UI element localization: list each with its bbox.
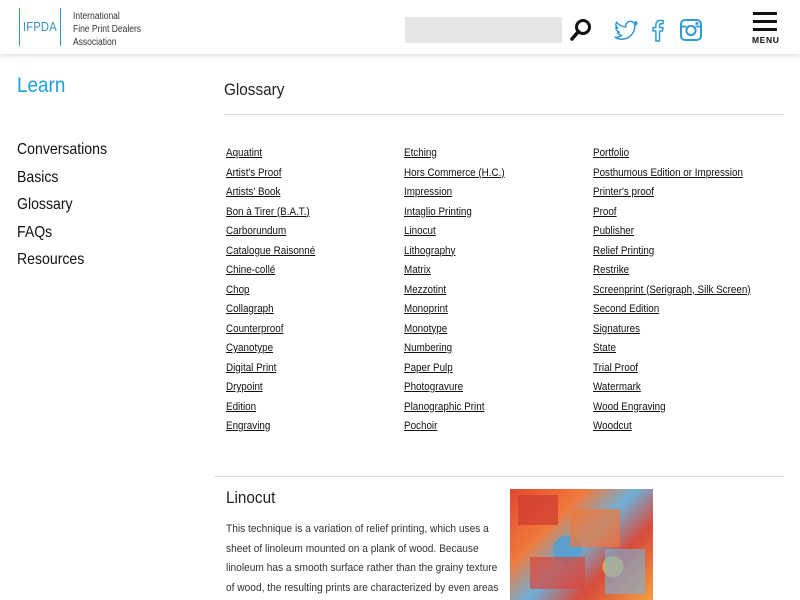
glossary-link[interactable]: Planographic Print: [404, 399, 505, 419]
sidebar-item-glossary[interactable]: Glossary: [17, 196, 107, 224]
glossary-link[interactable]: Printer's proof: [593, 184, 751, 204]
glossary-link[interactable]: Signatures: [593, 321, 751, 341]
glossary-column-1: Aquatint Artist's Proof Artists' Book Bo…: [226, 145, 327, 438]
sidebar-item-faqs[interactable]: FAQs: [17, 224, 107, 252]
entry-body: This technique is a variation of relief …: [226, 520, 499, 598]
logo-line: International: [73, 11, 120, 22]
glossary-column-3: Portfolio Posthumous Edition or Impressi…: [593, 145, 772, 438]
glossary-link[interactable]: State: [593, 340, 751, 360]
glossary-link[interactable]: Hors Commerce (H.C.): [404, 165, 505, 185]
ifpda-logo[interactable]: IFPDA: [19, 8, 61, 46]
entry-body-line: sheet of linoleum mounted on a plank of …: [226, 542, 479, 555]
glossary-link[interactable]: Publisher: [593, 223, 751, 243]
glossary-link[interactable]: Numbering: [404, 340, 505, 360]
glossary-link[interactable]: Matrix: [404, 262, 505, 282]
glossary-link[interactable]: Aquatint: [226, 145, 315, 165]
glossary-link[interactable]: Posthumous Edition or Impression: [593, 165, 751, 185]
glossary-link[interactable]: Counterproof: [226, 321, 315, 341]
section-title: Learn: [17, 74, 66, 97]
hamburger-menu-icon: [753, 28, 777, 31]
twitter-icon[interactable]: [612, 16, 640, 44]
glossary-link[interactable]: Proof: [593, 204, 751, 224]
sidebar-item-resources[interactable]: Resources: [17, 251, 107, 279]
glossary-link[interactable]: Mezzotint: [404, 282, 505, 302]
logo-line: Fine Print Dealers: [73, 24, 142, 35]
glossary-link[interactable]: Intaglio Printing: [404, 204, 505, 224]
sidebar-item-conversations[interactable]: Conversations: [17, 141, 107, 169]
logo-wordmark[interactable]: International Fine Print Dealers Associa…: [73, 10, 153, 49]
glossary-link[interactable]: Bon à Tirer (B.A.T.): [226, 204, 315, 224]
glossary-link[interactable]: Portfolio: [593, 145, 751, 165]
divider: [214, 476, 784, 477]
glossary-link[interactable]: Drypoint: [226, 379, 315, 399]
site-header: IFPDA International Fine Print Dealers A…: [0, 0, 800, 54]
menu-label: MENU: [752, 35, 780, 45]
facebook-icon[interactable]: [644, 16, 672, 44]
glossary-link[interactable]: Paper Pulp: [404, 360, 505, 380]
glossary-link[interactable]: Chine-collé: [226, 262, 315, 282]
glossary-link[interactable]: Restrike: [593, 262, 751, 282]
glossary-link[interactable]: Carborundum: [226, 223, 315, 243]
entry-body-line: linoleum has a smooth surface rather tha…: [226, 562, 498, 574]
glossary-link[interactable]: Monotype: [404, 321, 505, 341]
glossary-link[interactable]: Engraving: [226, 418, 315, 438]
menu-button[interactable]: MENU: [752, 10, 780, 46]
glossary-link[interactable]: Pochoir: [404, 418, 505, 438]
glossary-link[interactable]: Chop: [226, 282, 315, 302]
instagram-icon[interactable]: [677, 16, 705, 44]
glossary-link[interactable]: Trial Proof: [593, 360, 751, 380]
glossary-link[interactable]: Artist's Proof: [226, 165, 315, 185]
sidebar-item-basics[interactable]: Basics: [17, 169, 107, 197]
glossary-link[interactable]: Lithography: [404, 243, 505, 263]
logo-mark: IFPDA: [22, 20, 58, 34]
glossary-link[interactable]: Relief Printing: [593, 243, 751, 263]
search-input[interactable]: [405, 17, 562, 43]
entry-title: Linocut: [226, 488, 276, 507]
logo-line: Association: [73, 37, 117, 48]
glossary-link[interactable]: Linocut: [404, 223, 505, 243]
entry-body-line: This technique is a variation of relief …: [226, 523, 489, 535]
glossary-column-2: Etching Hors Commerce (H.C.) Impression …: [404, 145, 518, 438]
glossary-link[interactable]: Digital Print: [226, 360, 315, 380]
search-icon[interactable]: [569, 18, 593, 42]
hamburger-menu-icon: [753, 12, 777, 15]
glossary-link[interactable]: Woodcut: [593, 418, 751, 438]
glossary-link[interactable]: Artists' Book: [226, 184, 315, 204]
glossary-link[interactable]: Watermark: [593, 379, 751, 399]
sidebar-nav: Conversations Basics Glossary FAQs Resou…: [17, 141, 119, 279]
entry-body-line: of wood, the resulting prints are charac…: [226, 581, 499, 594]
linocut-artwork-image: [510, 489, 653, 600]
page-title: Glossary: [224, 80, 285, 99]
glossary-link[interactable]: Cyanotype: [226, 340, 315, 360]
glossary-link[interactable]: Screenprint (Serigraph, Silk Screen): [593, 282, 751, 302]
glossary-link[interactable]: Collagraph: [226, 301, 315, 321]
glossary-link[interactable]: Photogravure: [404, 379, 505, 399]
glossary-link[interactable]: Monoprint: [404, 301, 505, 321]
glossary-link[interactable]: Catalogue Raisonné: [226, 243, 315, 263]
glossary-link[interactable]: Impression: [404, 184, 505, 204]
divider: [224, 114, 784, 115]
glossary-link[interactable]: Second Edition: [593, 301, 751, 321]
glossary-link[interactable]: Etching: [404, 145, 505, 165]
glossary-link[interactable]: Edition: [226, 399, 315, 419]
glossary-link[interactable]: Wood Engraving: [593, 399, 751, 419]
hamburger-menu-icon: [753, 20, 777, 23]
